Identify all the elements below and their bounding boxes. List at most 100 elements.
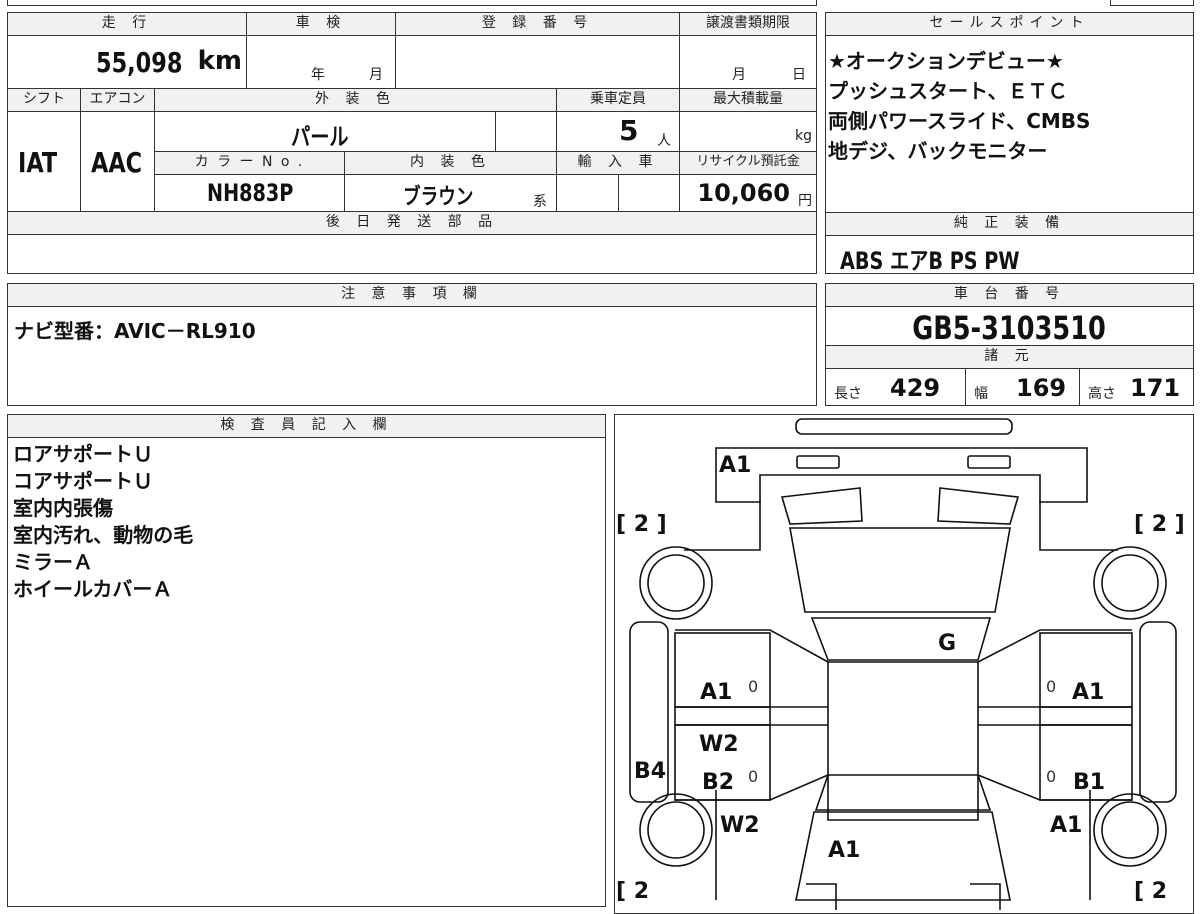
right-front-door-damage: A1 — [1072, 680, 1104, 705]
interior-color-value: ブラウン — [403, 185, 474, 210]
left-rear-door-b-damage: B2 — [702, 770, 734, 795]
import-cell-a — [556, 174, 619, 212]
capacity-unit: 人 — [657, 133, 671, 149]
specs-header: 諸 元 — [825, 345, 1194, 369]
left-rear-fender-damage: W2 — [720, 813, 760, 838]
spec-length-value: 429 — [890, 374, 941, 402]
notes-cell: ナビ型番：AVIC－RL910 — [7, 306, 817, 406]
mileage-value: 55,098 — [95, 46, 183, 79]
gap-mark-left-rear: 0 — [748, 767, 758, 786]
inspector-note-line: コアサポートＵ — [13, 469, 153, 493]
recycle-fee-header: リサイクル預託金 — [679, 151, 817, 175]
sales-point-line: ★オークションデビュー★ — [828, 49, 1064, 73]
exterior-color-cell: パール — [154, 111, 496, 152]
mileage-unit: km — [197, 46, 242, 76]
tire-label-top-right: [ 2 ] — [1134, 512, 1185, 537]
inspector-note-line: ロアサポートＵ — [13, 442, 153, 466]
max-load-cell: kg — [679, 111, 817, 152]
tire-label-top-left: [ 2 ] — [616, 512, 667, 537]
interior-color-header: 内 装 色 — [344, 151, 557, 175]
car-diagram: [ 2 ] [ 2 ] [ 2 [ 2 A1 G A1 A1 W2 B2 B1 … — [616, 418, 1185, 910]
chassis-no-cell: GB5-3103510 — [825, 306, 1194, 347]
chassis-no-header: 車 台 番 号 — [825, 283, 1194, 307]
spec-height-cell: 高さ 171 — [1079, 368, 1194, 406]
spec-width-label: 幅 — [974, 386, 988, 402]
roof-damage: G — [938, 631, 956, 656]
inspection-month-unit: 月 — [369, 67, 383, 83]
exterior-color-value: パール — [291, 123, 349, 151]
spec-length-label: 長さ — [834, 386, 862, 402]
inspection-header: 車 検 — [246, 12, 396, 36]
exterior-color-header: 外 装 色 — [154, 88, 557, 112]
sales-point-line: プッシュスタート、ＥＴＣ — [828, 79, 1068, 103]
left-quarter-damage: B4 — [634, 759, 666, 784]
color-no-cell: NH883P — [154, 174, 345, 212]
spec-width-cell: 幅 169 — [965, 368, 1080, 406]
sales-point-line: 地デジ、バックモニター — [828, 139, 1048, 163]
rear-hatch-damage: A1 — [828, 838, 860, 863]
registration-cell — [395, 35, 680, 89]
mileage-cell: 55,098 km — [7, 35, 247, 89]
notes-header: 注 意 事 項 欄 — [7, 283, 817, 307]
top-sliver-row — [7, 0, 817, 6]
import-header: 輸 入 車 — [556, 151, 680, 175]
sales-point-line: 両側パワースライド、CMBS — [828, 109, 1091, 133]
car-diagram-panel: [ 2 ] [ 2 ] [ 2 [ 2 A1 G A1 A1 W2 B2 B1 … — [614, 414, 1194, 914]
notes-text: ナビ型番：AVIC－RL910 — [14, 319, 256, 343]
interior-color-suffix: 系 — [533, 194, 547, 210]
tire-label-bottom-left: [ 2 — [616, 879, 649, 904]
max-load-header: 最大積載量 — [679, 88, 817, 112]
sales-points-header: セールスポイント — [825, 12, 1194, 36]
standard-equipment-value: ABS エアB PS PW — [840, 247, 1020, 275]
spec-height-label: 高さ — [1088, 386, 1116, 402]
deadline-day-unit: 日 — [792, 67, 806, 83]
left-front-door-damage: A1 — [700, 680, 732, 705]
gap-mark-right-rear: 0 — [1046, 767, 1056, 786]
color-no-value: NH883P — [207, 179, 294, 207]
gap-mark-right-front: 0 — [1046, 677, 1056, 696]
recycle-fee-unit: 円 — [798, 193, 812, 209]
import-cell-b — [618, 174, 680, 212]
inspection-cell: 年 月 — [246, 35, 396, 89]
tire-label-bottom-right: [ 2 — [1134, 879, 1167, 904]
interior-color-cell: ブラウン 系 — [344, 174, 557, 212]
front-bumper-damage: A1 — [719, 453, 751, 478]
later-parts-cell — [7, 234, 817, 274]
gap-mark-left-front: 0 — [748, 677, 758, 696]
deadline-month-unit: 月 — [732, 67, 746, 83]
recycle-fee-value: 10,060 — [697, 179, 790, 207]
capacity-value: 5 — [619, 114, 639, 147]
exterior-color-extra-cell — [495, 111, 557, 152]
registration-header: 登 録 番 号 — [395, 12, 680, 36]
mileage-header: 走 行 — [7, 12, 247, 36]
right-rear-fender-damage: A1 — [1050, 813, 1082, 838]
chassis-no-value: GB5-3103510 — [912, 309, 1107, 347]
inspection-year-unit: 年 — [311, 67, 325, 83]
recycle-fee-cell: 10,060 円 — [679, 174, 817, 212]
shift-header: シフト — [7, 88, 81, 112]
sales-points-box: ★オークションデビュー★ プッシュスタート、ＥＴＣ 両側パワースライド、CMBS… — [825, 35, 1194, 213]
later-parts-header: 後 日 発 送 部 品 — [7, 211, 817, 235]
inspector-note-line: ホイールカバーＡ — [13, 577, 173, 601]
color-no-header: カ ラ ー N o . — [154, 151, 345, 175]
capacity-header: 乗車定員 — [556, 88, 680, 112]
transfer-deadline-cell: 月 日 — [679, 35, 817, 89]
shift-cell: IAT — [7, 111, 81, 212]
aircon-value: AAC — [91, 146, 143, 179]
aircon-cell: AAC — [80, 111, 155, 212]
top-sliver-right — [1110, 0, 1194, 6]
inspector-note-line: ミラーＡ — [13, 550, 93, 574]
spec-length-cell: 長さ 429 — [825, 368, 966, 406]
max-load-unit: kg — [795, 128, 812, 144]
inspector-notes-cell: ロアサポートＵ コアサポートＵ 室内内張傷 室内汚れ、動物の毛 ミラーＡ ホイー… — [7, 437, 606, 907]
shift-value: IAT — [18, 146, 58, 179]
capacity-cell: 5 人 — [556, 111, 680, 152]
inspector-note-line: 室内内張傷 — [13, 496, 113, 520]
left-rear-door-w-damage: W2 — [699, 732, 739, 757]
spec-width-value: 169 — [1016, 374, 1067, 402]
inspector-note-line: 室内汚れ、動物の毛 — [13, 523, 194, 547]
transfer-deadline-header: 譲渡書類期限 — [679, 12, 817, 36]
spec-height-value: 171 — [1130, 374, 1181, 402]
standard-equipment-header: 純 正 装 備 — [825, 212, 1194, 236]
aircon-header: エアコン — [80, 88, 155, 112]
